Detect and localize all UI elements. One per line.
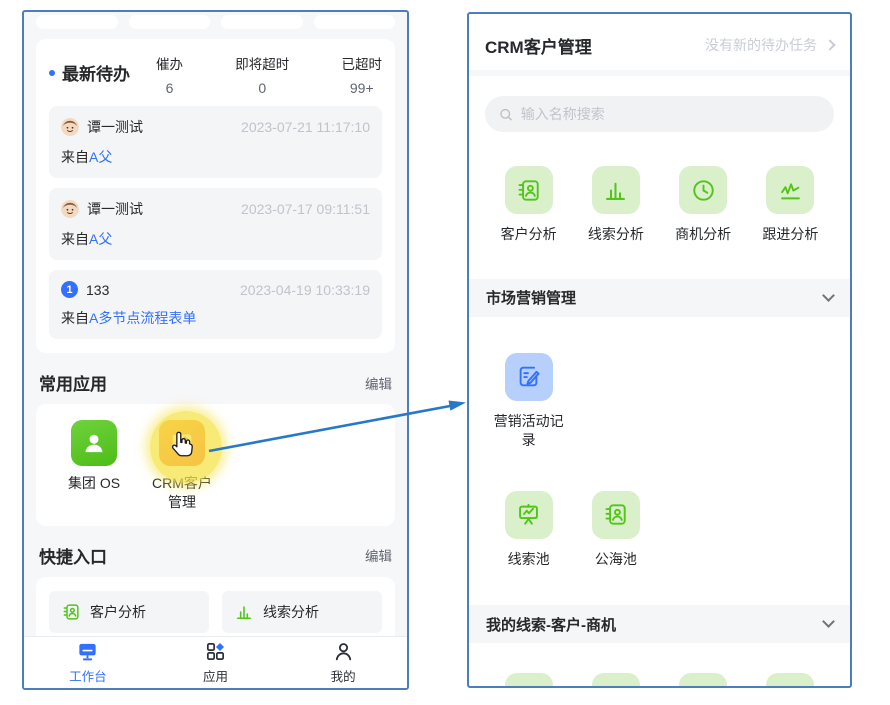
app-customer-analysis[interactable]: 客户分析: [485, 166, 572, 245]
todo-source-prefix: 来自: [61, 231, 89, 247]
app-label: 跟进分析: [754, 225, 826, 245]
todo-source-prefix: 来自: [61, 310, 89, 326]
line-chart-icon: [766, 166, 814, 214]
todo-source-link[interactable]: A父: [89, 231, 112, 247]
clock-icon: [679, 166, 727, 214]
app-label: 线索池: [493, 550, 565, 570]
partial-top-cards: [24, 15, 407, 29]
chevron-down-icon: [822, 616, 835, 629]
bar-chart-icon: [234, 602, 254, 622]
bottom-tab-bar: 工作台 应用 我的: [24, 636, 407, 688]
quick-entry-label: 线索分析: [263, 602, 319, 622]
app-label: 营销活动记录: [493, 412, 565, 451]
presentation-board-icon: [505, 491, 553, 539]
app-label: 客户分析: [493, 225, 565, 245]
todo-item-name: 谭一测试: [87, 199, 143, 219]
section-my-leads-customers-opportunities[interactable]: 我的线索-客户-商机: [469, 605, 850, 643]
todo-status-text: 没有新的待办任务: [705, 35, 817, 55]
app-public-sea-pool[interactable]: 公海池: [572, 491, 659, 570]
todo-item[interactable]: 谭一测试 2023-07-21 11:17:10 来自A父: [49, 106, 382, 178]
app-opportunity-analysis[interactable]: 商机分析: [660, 166, 747, 245]
quick-entry-edit-button[interactable]: 编辑: [365, 545, 392, 565]
app-lead-pool[interactable]: 线索池: [485, 491, 572, 570]
quick-entry-title: 快捷入口: [39, 543, 107, 568]
apps-grid-icon: [204, 640, 227, 663]
todo-status-link[interactable]: 没有新的待办任务: [705, 35, 834, 55]
todo-source-link[interactable]: A多节点流程表单: [89, 310, 196, 326]
app-label: 集团 OS: [62, 474, 126, 493]
tab-apps[interactable]: 应用: [152, 637, 280, 688]
tab-label: 我的: [331, 666, 356, 685]
latest-todo-card: 最新待办 催办 6 即将超时 0 已超时 99+: [36, 39, 395, 353]
workbench-panel: 最新待办 催办 6 即将超时 0 已超时 99+: [22, 10, 409, 690]
stat-timed-out: 已超时 99+: [342, 53, 383, 96]
todo-item[interactable]: 1 133 2023-04-19 10:33:19 来自A多节点流程表单: [49, 270, 382, 339]
todo-item-name: 133: [86, 282, 109, 298]
edit-doc-icon: [505, 353, 553, 401]
todo-item[interactable]: 谭一测试 2023-07-17 09:11:51 来自A父: [49, 188, 382, 260]
partial-card: [36, 15, 118, 29]
contact-card-icon: [505, 166, 553, 214]
app-label: 公海池: [580, 550, 652, 570]
quick-entry-lead-analysis[interactable]: 线索分析: [222, 591, 382, 633]
quick-entry-label: 客户分析: [90, 602, 146, 622]
avatar: [61, 118, 79, 136]
partial-apps-grid: [485, 673, 834, 688]
search-input[interactable]: [521, 106, 821, 122]
partial-app-icon: [766, 673, 814, 688]
crm-page-title: CRM客户管理: [485, 33, 592, 58]
stat-about-to-timeout: 即将超时 0: [235, 53, 289, 96]
partial-app-icon: [592, 673, 640, 688]
header-divider: [469, 70, 850, 76]
todo-item-time: 2023-04-19 10:33:19: [240, 282, 370, 298]
todo-item-time: 2023-07-17 09:11:51: [241, 201, 370, 217]
marketing-apps-grid: 营销活动记录: [485, 353, 834, 451]
partial-app-icon: [505, 673, 553, 688]
todo-item-time: 2023-07-21 11:17:10: [241, 119, 370, 135]
contact-card-icon: [61, 602, 81, 622]
chevron-right-icon: [824, 39, 835, 50]
app-lead-analysis[interactable]: 线索分析: [572, 166, 659, 245]
tab-mine[interactable]: 我的: [279, 637, 407, 688]
tab-label: 应用: [203, 666, 228, 685]
workbench-icon: [76, 640, 99, 663]
bullet-dot-icon: [49, 70, 55, 76]
partial-card: [314, 15, 396, 29]
app-followup-analysis[interactable]: 跟进分析: [747, 166, 834, 245]
latest-todo-title: 最新待办: [49, 51, 130, 85]
app-group-os[interactable]: 集团 OS: [50, 420, 138, 512]
common-apps-title: 常用应用: [39, 370, 107, 395]
search-icon: [498, 106, 514, 123]
common-apps-edit-button[interactable]: 编辑: [365, 373, 392, 393]
app-label: 线索分析: [580, 225, 652, 245]
contact-card-icon: [592, 491, 640, 539]
hand-cursor-icon: [167, 428, 197, 465]
todo-item-name: 谭一测试: [87, 117, 143, 137]
bar-chart-icon: [592, 166, 640, 214]
todo-source-link[interactable]: A父: [89, 149, 112, 165]
number-badge-icon: 1: [61, 281, 78, 298]
analysis-apps-grid: 客户分析 线索分析 商机分析 跟进分析: [485, 166, 834, 245]
quick-entry-customer-analysis[interactable]: 客户分析: [49, 591, 209, 633]
tab-workbench[interactable]: 工作台: [24, 637, 152, 688]
avatar: [61, 200, 79, 218]
partial-app-icon: [679, 673, 727, 688]
search-bar[interactable]: [485, 96, 834, 132]
chevron-down-icon: [822, 289, 835, 302]
pool-apps-grid: 线索池 公海池: [485, 491, 834, 570]
tab-label: 工作台: [69, 666, 107, 685]
person-app-icon: [71, 420, 117, 466]
app-label: 商机分析: [667, 225, 739, 245]
partial-card: [221, 15, 303, 29]
app-marketing-activity-record[interactable]: 营销活动记录: [485, 353, 572, 451]
todo-source-prefix: 来自: [61, 149, 89, 165]
partial-card: [129, 15, 211, 29]
section-marketing-management[interactable]: 市场营销管理: [469, 279, 850, 317]
stat-urge: 催办 6: [156, 53, 183, 96]
user-icon: [332, 640, 355, 663]
crm-panel: CRM客户管理 没有新的待办任务 客户分析 线索分析: [467, 12, 852, 688]
